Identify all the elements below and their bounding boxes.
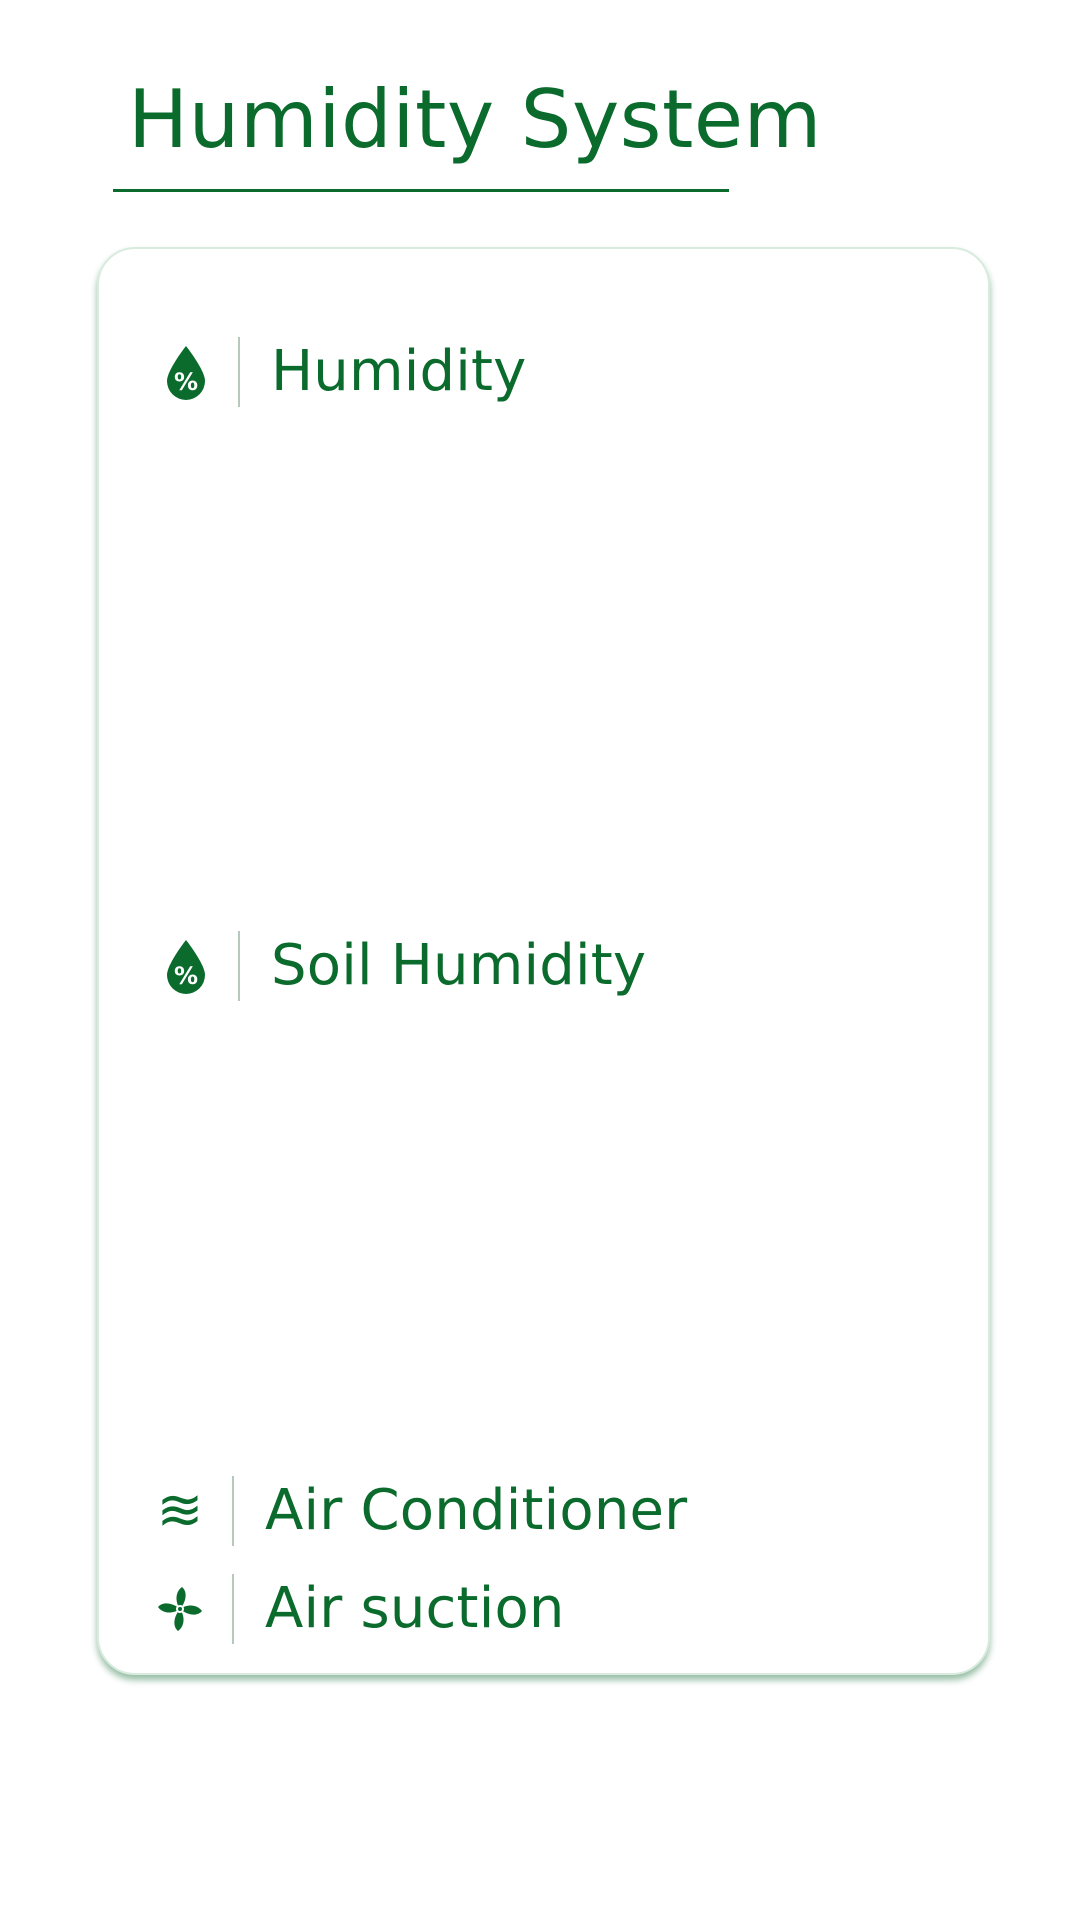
svg-text:%: % bbox=[174, 368, 198, 396]
page-title: Humidity System bbox=[128, 73, 822, 166]
sensor-card: % Humidity % Soil Humidity ≋ Air Conditi… bbox=[97, 247, 990, 1675]
soil-humidity-label: Soil Humidity bbox=[271, 933, 647, 998]
humidity-drop-icon: % bbox=[161, 344, 211, 400]
humidity-row[interactable]: % Humidity bbox=[161, 336, 527, 408]
row-divider bbox=[238, 931, 240, 1001]
air-conditioner-row[interactable]: ≋ Air Conditioner bbox=[155, 1475, 687, 1547]
air-suction-row[interactable]: Air suction bbox=[155, 1573, 565, 1645]
humidity-drop-icon: % bbox=[161, 938, 211, 994]
humidity-label: Humidity bbox=[271, 339, 527, 404]
row-divider bbox=[238, 337, 240, 407]
air-conditioner-label: Air Conditioner bbox=[265, 1478, 688, 1543]
title-underline bbox=[113, 189, 729, 192]
air-suction-label: Air suction bbox=[265, 1576, 565, 1641]
row-divider bbox=[232, 1476, 234, 1546]
svg-text:%: % bbox=[174, 962, 198, 990]
row-divider bbox=[232, 1574, 234, 1644]
soil-humidity-row[interactable]: % Soil Humidity bbox=[161, 930, 646, 1002]
waves-icon: ≋ bbox=[156, 1478, 204, 1543]
fan-icon bbox=[155, 1581, 205, 1637]
